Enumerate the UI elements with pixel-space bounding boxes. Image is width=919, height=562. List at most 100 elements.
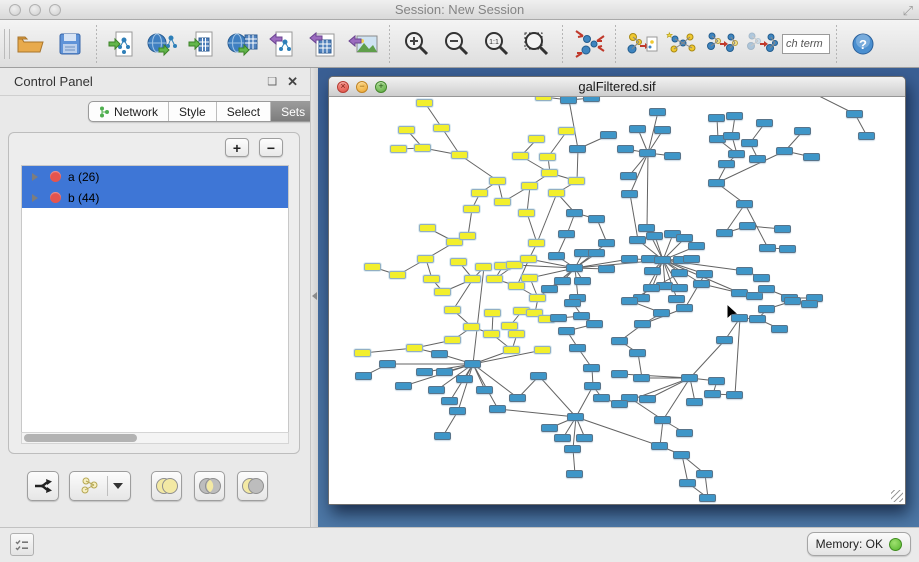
graph-node[interactable] — [534, 346, 551, 354]
graph-node[interactable] — [676, 304, 693, 312]
save-session-button[interactable] — [50, 24, 90, 64]
graph-node[interactable] — [676, 429, 693, 437]
graph-node[interactable] — [693, 280, 710, 288]
graph-node[interactable] — [600, 131, 617, 139]
graph-node[interactable] — [654, 256, 671, 264]
graph-node[interactable] — [463, 205, 480, 213]
graph-node[interactable] — [726, 112, 743, 120]
graph-node[interactable] — [509, 394, 526, 402]
graph-node[interactable] — [444, 306, 461, 314]
graph-node[interactable] — [708, 179, 725, 187]
graph-node[interactable] — [671, 284, 688, 292]
graph-node[interactable] — [569, 145, 586, 153]
graph-node[interactable] — [475, 263, 492, 271]
graph-node[interactable] — [398, 126, 415, 134]
graph-node[interactable] — [436, 368, 453, 376]
graph-node[interactable] — [558, 230, 575, 238]
graph-node[interactable] — [573, 312, 590, 320]
graph-node[interactable] — [528, 239, 545, 247]
graph-node[interactable] — [638, 224, 655, 232]
union-sets-button[interactable] — [151, 471, 182, 501]
float-panel-icon[interactable]: ❑ — [267, 75, 277, 88]
graph-node[interactable] — [716, 229, 733, 237]
graph-node[interactable] — [753, 274, 770, 282]
graph-node[interactable] — [550, 314, 567, 322]
graph-node[interactable] — [564, 445, 581, 453]
graph-node[interactable] — [508, 330, 525, 338]
list-item-set-b[interactable]: b (44) — [22, 187, 288, 208]
graph-node[interactable] — [583, 364, 600, 372]
graph-node[interactable] — [518, 209, 535, 217]
graph-node[interactable] — [643, 284, 660, 292]
graph-node[interactable] — [696, 270, 713, 278]
graph-node[interactable] — [419, 224, 436, 232]
graph-node[interactable] — [471, 189, 488, 197]
list-item-set-a[interactable]: a (26) — [22, 166, 288, 187]
fullscreen-icon[interactable]: ⤢ — [903, 3, 913, 19]
graph-node[interactable] — [671, 269, 688, 277]
graph-node[interactable] — [530, 372, 547, 380]
close-panel-icon[interactable]: ✕ — [287, 74, 298, 90]
network-canvas[interactable] — [329, 97, 905, 504]
graph-node[interactable] — [512, 152, 529, 160]
graph-node[interactable] — [741, 139, 758, 147]
graph-node[interactable] — [416, 99, 433, 107]
graph-node[interactable] — [629, 236, 646, 244]
graph-node[interactable] — [395, 382, 412, 390]
import-table-url-button[interactable] — [223, 24, 263, 64]
graph-node[interactable] — [364, 263, 381, 271]
graph-node[interactable] — [464, 360, 481, 368]
graph-node[interactable] — [728, 150, 745, 158]
graph-node[interactable] — [451, 151, 468, 159]
create-set-dropdown-button[interactable] — [69, 471, 131, 501]
graph-node[interactable] — [539, 153, 556, 161]
graph-node[interactable] — [673, 451, 690, 459]
graph-node[interactable] — [759, 244, 776, 252]
graph-node[interactable] — [494, 198, 511, 206]
graph-node[interactable] — [688, 242, 705, 250]
graph-node[interactable] — [654, 416, 671, 424]
graph-node[interactable] — [484, 309, 501, 317]
graph-node[interactable] — [521, 182, 538, 190]
split-set-button[interactable] — [27, 471, 59, 501]
graph-node[interactable] — [560, 97, 577, 104]
network-view-window[interactable]: × − + galFiltered.sif — [328, 76, 906, 505]
graph-node[interactable] — [708, 377, 725, 385]
graph-node[interactable] — [567, 413, 584, 421]
graph-node[interactable] — [634, 320, 651, 328]
graph-node[interactable] — [668, 295, 685, 303]
graph-node[interactable] — [801, 300, 818, 308]
graph-node[interactable] — [486, 275, 503, 283]
graph-node[interactable] — [428, 386, 445, 394]
graph-node[interactable] — [423, 275, 440, 283]
graph-node[interactable] — [644, 267, 661, 275]
graph-node[interactable] — [529, 294, 546, 302]
graph-node[interactable] — [459, 232, 476, 240]
export-table-button[interactable] — [303, 24, 343, 64]
graph-node[interactable] — [566, 470, 583, 478]
task-history-button[interactable] — [10, 533, 34, 556]
graph-node[interactable] — [776, 147, 793, 155]
graph-node[interactable] — [676, 234, 693, 242]
horizontal-scrollbar[interactable] — [21, 432, 289, 444]
graph-node[interactable] — [749, 155, 766, 163]
graph-node[interactable] — [749, 315, 766, 323]
disclosure-triangle-icon[interactable] — [32, 173, 38, 181]
graph-node[interactable] — [629, 125, 646, 133]
open-session-button[interactable] — [10, 24, 50, 64]
resize-grip[interactable] — [891, 490, 903, 502]
graph-node[interactable] — [548, 252, 565, 260]
network-window-titlebar[interactable]: × − + galFiltered.sif — [329, 77, 905, 97]
graph-node[interactable] — [758, 285, 775, 293]
graph-node[interactable] — [434, 432, 451, 440]
collapse-panel-icon[interactable] — [312, 292, 317, 300]
graph-node[interactable] — [654, 126, 671, 134]
graph-node[interactable] — [566, 209, 583, 217]
graph-node[interactable] — [704, 390, 721, 398]
graph-node[interactable] — [541, 285, 558, 293]
graph-node[interactable] — [449, 407, 466, 415]
graph-node[interactable] — [354, 349, 371, 357]
graph-node[interactable] — [726, 391, 743, 399]
graph-node[interactable] — [588, 249, 605, 257]
graph-node[interactable] — [433, 124, 450, 132]
